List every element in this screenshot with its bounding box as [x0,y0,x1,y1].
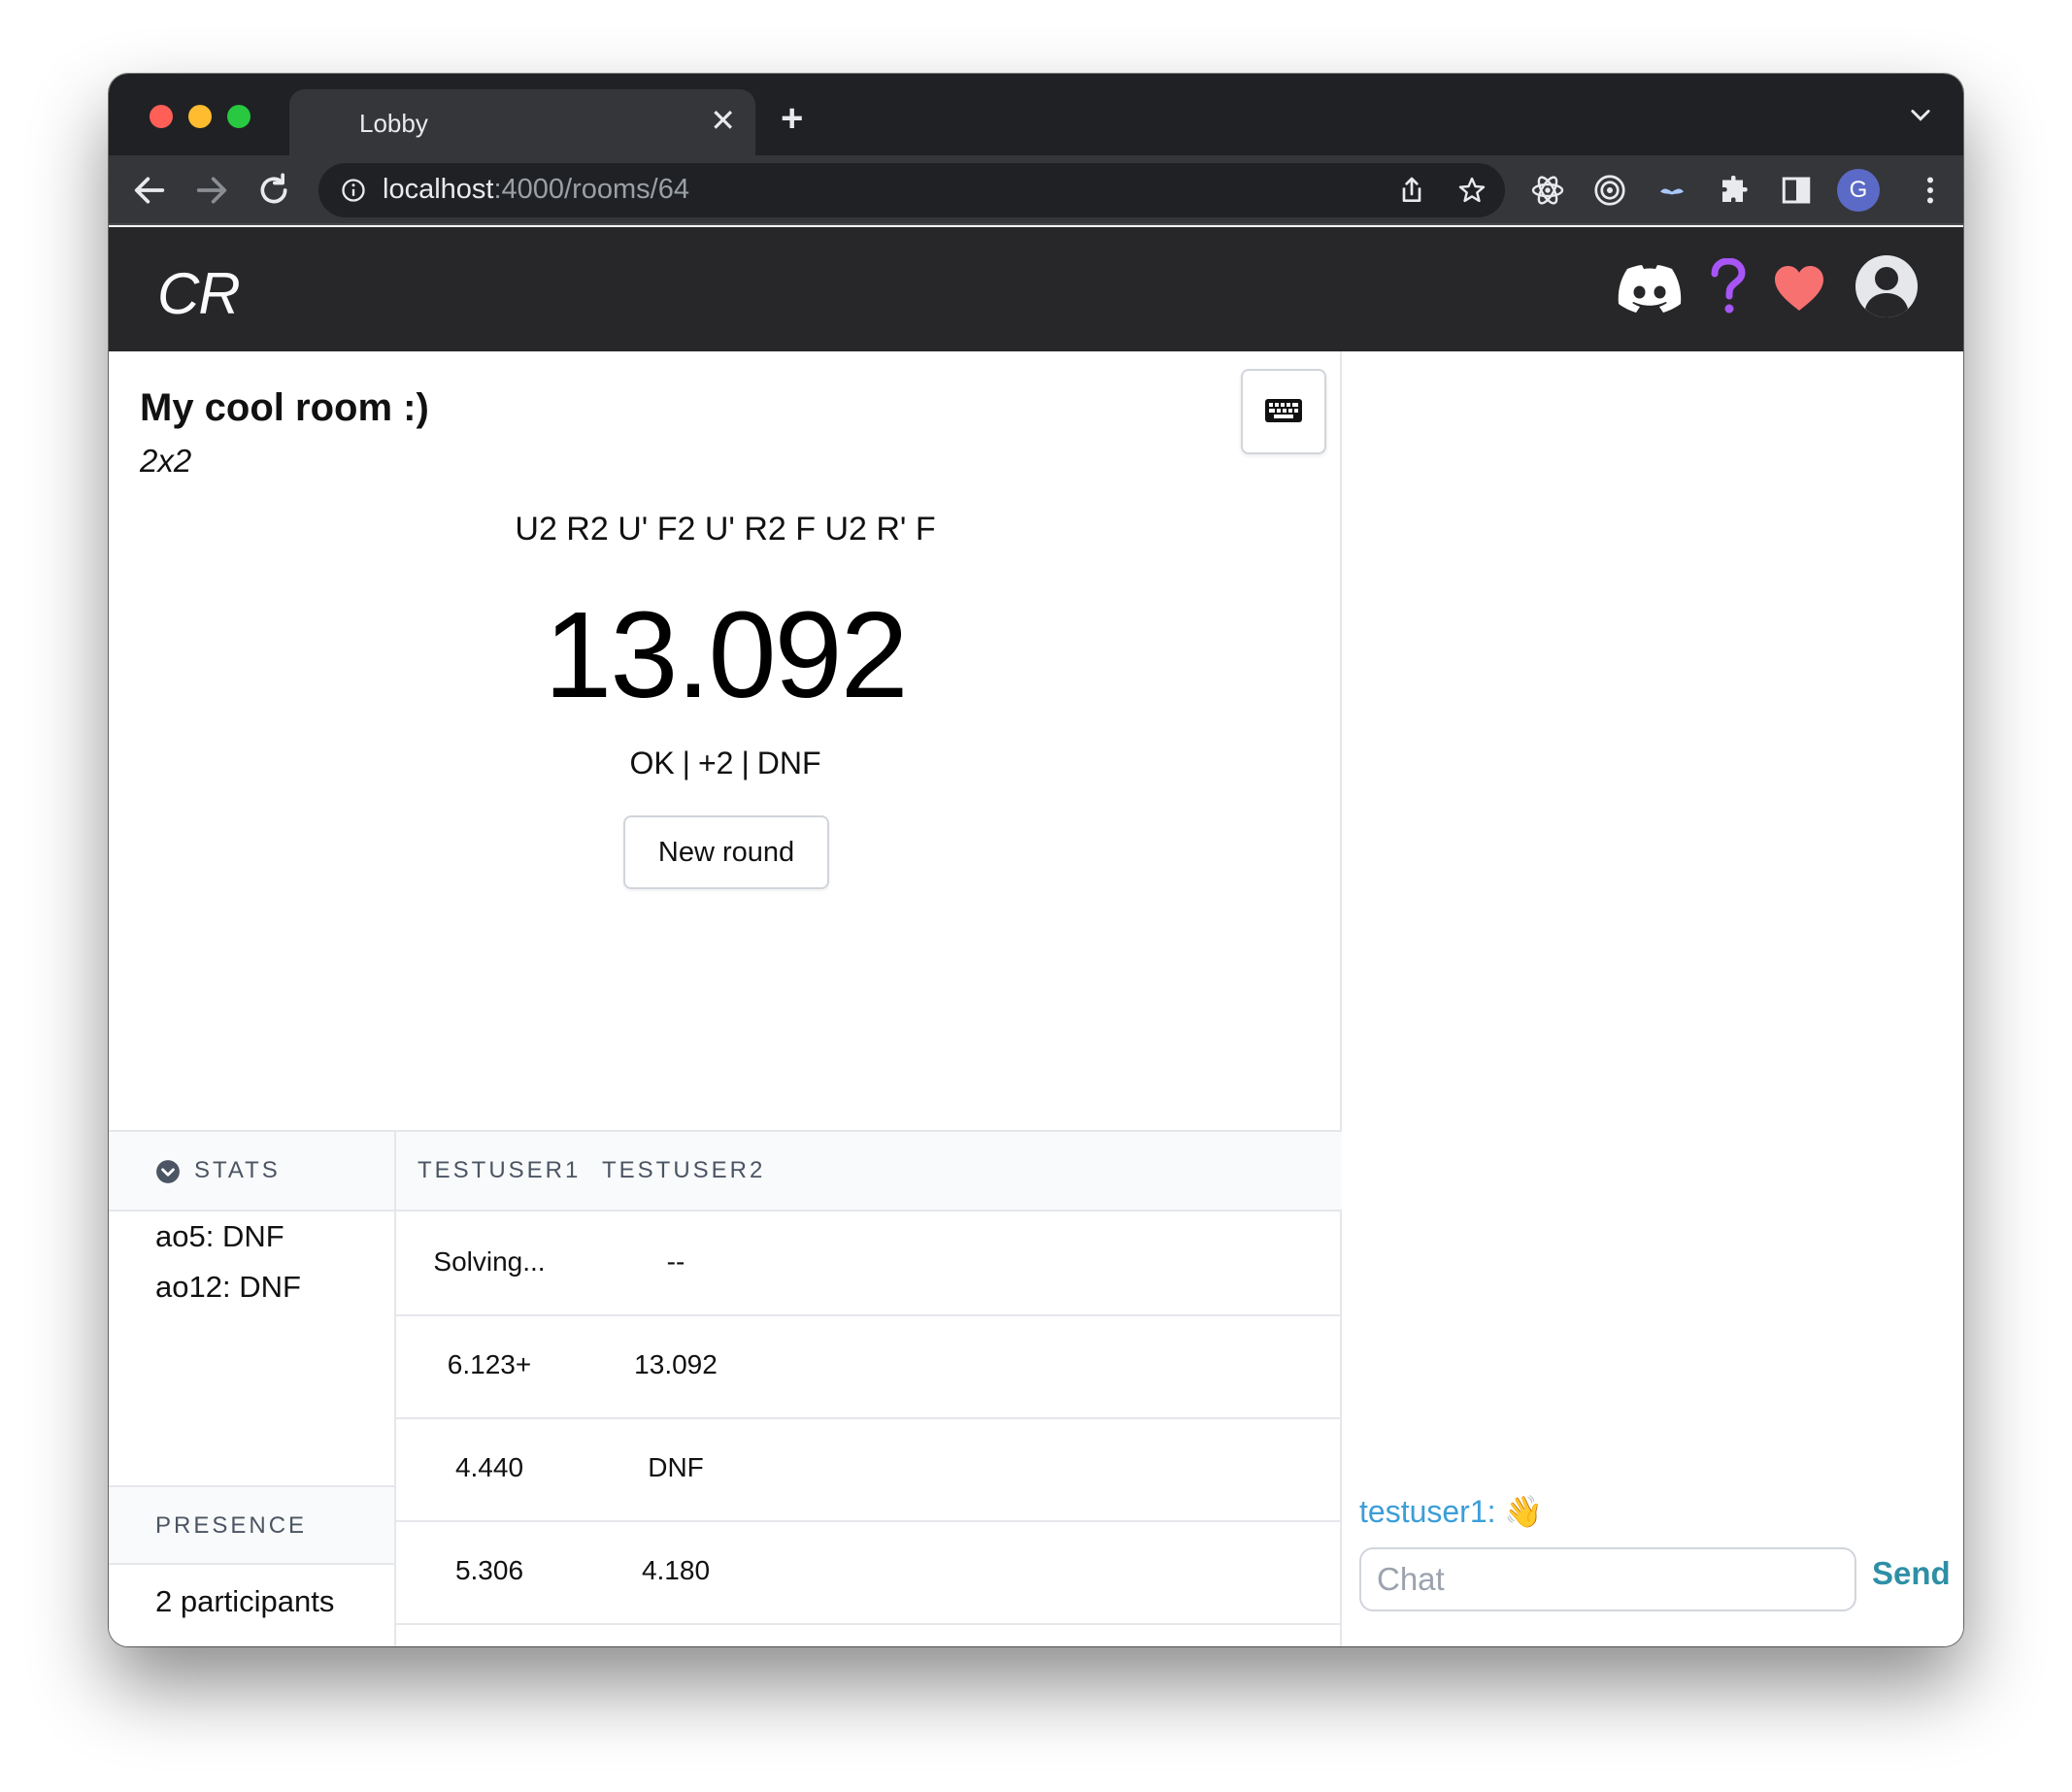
chat-message-text: 👋 [1504,1494,1544,1529]
results-table: TESTUSER1 TESTUSER2 Solving... -- 6.123+… [396,1132,1342,1646]
table-header: TESTUSER1 TESTUSER2 [396,1132,1342,1211]
url-path: :4000/rooms/64 [493,174,689,205]
ao5-stat: ao5: DNF [155,1219,284,1253]
site-info-icon[interactable] [340,177,367,204]
close-window-button[interactable] [150,105,173,128]
penalty-ok-button[interactable]: OK [629,746,674,780]
chat-message-user: testuser1: [1359,1494,1496,1529]
presence-header: PRESENCE [109,1485,394,1565]
result-cell: Solving... [433,1246,546,1277]
penalty-separator: | [682,746,690,780]
chat-message: testuser1: 👋 [1359,1493,1543,1530]
bookmark-star-icon[interactable] [1456,175,1487,206]
discord-icon[interactable] [1618,264,1682,315]
profile-avatar[interactable]: G [1837,169,1880,212]
penalty-dnf-button[interactable]: DNF [757,746,821,780]
room-main-panel: My cool room :) 2x2 U2 R2 U' F2 U' R2 F … [109,351,1342,1646]
send-button[interactable]: Send [1872,1555,1951,1592]
room-title: My cool room :) [140,386,429,429]
user-avatar-icon[interactable] [1855,254,1919,318]
url-text[interactable]: localhost:4000/rooms/64 [383,174,689,206]
table-row: 6.123+ 13.092 [396,1316,1342,1419]
penalty-plus2-button[interactable]: +2 [698,746,733,780]
maximize-window-button[interactable] [227,105,251,128]
new-tab-button[interactable]: + [781,99,803,138]
browser-tab[interactable]: Lobby ✕ [289,89,755,155]
app-logo[interactable]: CR [157,260,241,327]
presence-header-label: PRESENCE [155,1512,308,1539]
ao12-stat: ao12: DNF [155,1270,301,1304]
result-cell[interactable]: 4.440 [396,1452,583,1483]
chat-panel: testuser1: 👋 Send [1344,351,1963,1646]
back-arrow-icon[interactable] [130,171,169,210]
table-row: Solving... -- [396,1213,1342,1316]
table-row: 5.306 4.180 [396,1522,1342,1625]
reload-icon[interactable] [254,171,293,210]
stats-header[interactable]: STATS [109,1132,394,1211]
stats-sidebar: STATS ao5: DNF ao12: DNF PRESENCE 2 part… [109,1132,396,1646]
minimize-window-button[interactable] [188,105,212,128]
bird-extension-icon[interactable] [1654,173,1689,208]
result-cell[interactable]: 13.092 [583,1349,769,1380]
result-cell[interactable]: 4.180 [583,1555,769,1586]
puzzle-type: 2x2 [140,443,192,479]
heart-icon[interactable] [1773,264,1825,313]
penalty-separator: | [741,746,750,780]
timer-display: 13.092 [544,586,908,723]
tab-search-chevron-icon[interactable] [1907,101,1934,128]
penalty-options: OK | +2 | DNF [109,746,1342,781]
keyboard-toggle-button[interactable] [1241,369,1326,454]
side-panel-icon[interactable] [1779,173,1814,208]
browser-toolbar: localhost:4000/rooms/64 G [109,155,1963,225]
result-cell[interactable]: 5.306 [396,1555,583,1586]
help-question-icon[interactable] [1709,258,1748,316]
address-bar[interactable]: localhost:4000/rooms/64 [318,163,1505,217]
scramble-text: U2 R2 U' F2 U' R2 F U2 R' F [515,511,936,548]
more-menu-icon[interactable] [1913,173,1948,208]
column-header-testuser1: TESTUSER1 [418,1157,582,1183]
react-devtools-icon[interactable] [1530,173,1565,208]
extensions-puzzle-icon[interactable] [1717,173,1752,208]
app-header: CR [109,227,1963,351]
table-row: 4.440 DNF [396,1419,1342,1522]
participant-count: 2 participants [155,1584,335,1618]
tab-strip: Lobby ✕ + [109,74,1963,155]
keyboard-icon [1265,399,1302,422]
url-host: localhost [383,174,494,205]
tab-title: Lobby [359,109,428,138]
chat-input[interactable] [1359,1547,1856,1611]
column-header-testuser2: TESTUSER2 [602,1157,766,1183]
result-cell[interactable]: DNF [583,1452,769,1483]
tab-close-icon[interactable]: ✕ [710,103,736,138]
new-round-button[interactable]: New round [623,815,829,889]
forward-arrow-icon[interactable] [192,171,231,210]
target-extension-icon[interactable] [1592,173,1627,208]
stats-header-label: STATS [194,1157,281,1183]
result-cell: -- [666,1246,685,1277]
result-cell[interactable]: 6.123+ [396,1349,583,1380]
chevron-down-circle-icon [156,1160,180,1183]
share-icon[interactable] [1396,175,1427,206]
browser-window: Lobby ✕ + localhost:4000/rooms/64 G CR M… [109,74,1963,1646]
results-section: STATS ao5: DNF ao12: DNF PRESENCE 2 part… [109,1130,1342,1646]
